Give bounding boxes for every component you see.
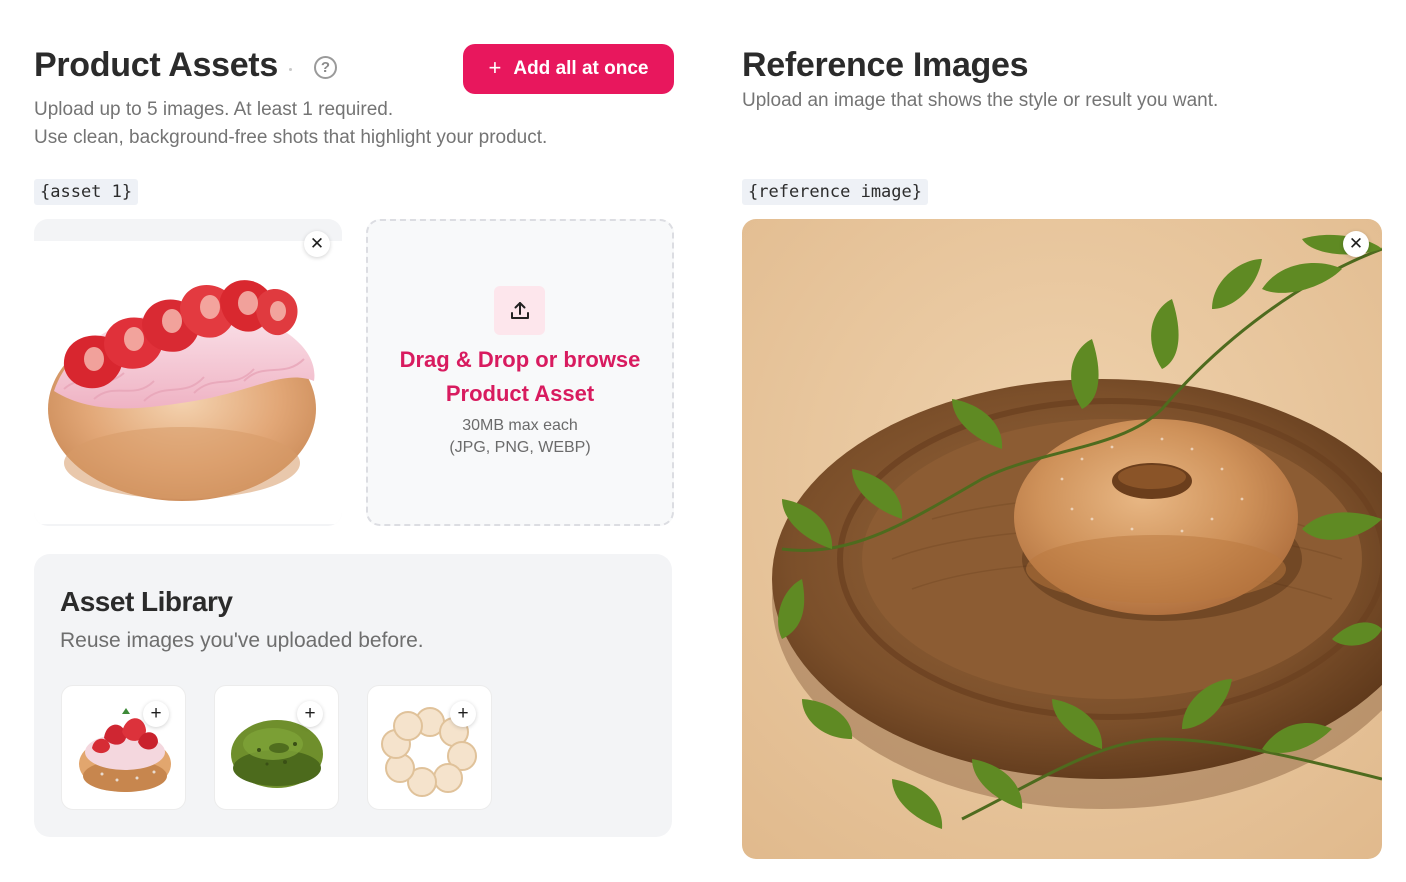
add-all-label: Add all at once [513,58,649,79]
reference-image[interactable] [742,219,1382,859]
product-assets-title: Product Assets [34,46,278,84]
product-assets-subtitle: Upload up to 5 images. At least 1 requir… [34,96,547,152]
asset-library-title: Asset Library [60,586,233,617]
library-item-strawberry-donut[interactable] [61,685,186,810]
dropzone-title-line-2: Product Asset [445,381,595,406]
asset-image-area [34,241,342,524]
reference-images-subtitle: Upload an image that shows the style or … [742,90,1219,111]
strawberry-donut-thumb-image [79,708,171,792]
upload-icon [494,286,545,335]
reference-variable-tag: {reference image} [742,179,928,205]
subtitle-line-1: Upload up to 5 images. At least 1 requir… [34,99,394,120]
plus-icon: + [488,55,502,80]
dropzone-meta: 30MB max each (JPG, PNG, WEBP) [366,415,674,459]
library-item-matcha-donut[interactable] [214,685,339,810]
reference-images-title: Reference Images [742,46,1029,84]
dropzone-formats: (JPG, PNG, WEBP) [449,439,591,456]
dropzone-title[interactable]: Drag & Drop or browse Product Asset [366,343,674,411]
add-plus-icon[interactable]: + [297,701,323,727]
dropzone-size-limit: 30MB max each [462,417,578,434]
asset-card[interactable] [34,219,342,526]
sugar-donut-on-wooden-board-image [742,219,1382,859]
add-plus-icon[interactable]: + [450,701,476,727]
remove-reference-close-icon[interactable]: ✕ [1343,231,1369,257]
library-item-pon-de-ring-donut[interactable] [367,685,492,810]
add-all-at-once-button[interactable]: + Add all at once [463,44,674,94]
add-plus-icon[interactable]: + [143,701,169,727]
remove-asset-close-icon[interactable]: ✕ [304,231,330,257]
title-separator-dot [289,68,292,71]
strawberry-cream-donut-image [48,280,316,501]
subtitle-line-2: Use clean, background-free shots that hi… [34,127,548,148]
asset-library-subtitle: Reuse images you've uploaded before. [60,629,424,652]
dropzone-title-line-1: Drag & Drop or browse [399,347,641,372]
question-circle-icon[interactable]: ? [314,56,337,79]
asset-variable-tag: {asset 1} [34,179,139,205]
